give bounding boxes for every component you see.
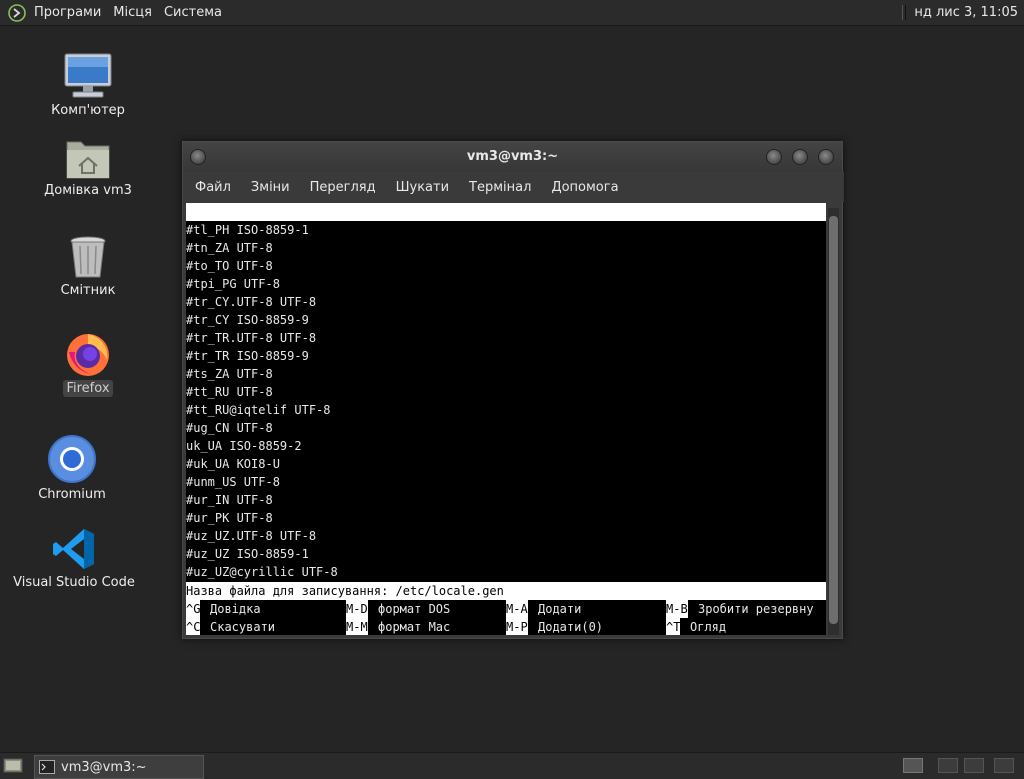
menu-view[interactable]: Перегляд (300, 180, 386, 195)
firefox-icon (60, 322, 116, 378)
shortcut-label: Додати (538, 602, 582, 616)
desktop-icon-label: Домівка vm3 (44, 183, 132, 198)
shortcut-label: формат DOS (378, 602, 451, 616)
taskbar-item-label: vm3@vm3:~ (61, 759, 147, 775)
menu-places[interactable]: Місця (107, 0, 158, 25)
workspace-4[interactable] (994, 758, 1014, 773)
menu-help[interactable]: Допомога (541, 180, 628, 195)
window-titlebar[interactable]: vm3@vm3:~ (183, 142, 842, 172)
buffer-line: #tn_ZA UTF-8 (186, 241, 273, 255)
shortcut-key: M-P (506, 618, 528, 635)
desktop-icon-label: Visual Studio Code (13, 575, 135, 590)
desktop-icon-home[interactable]: Домівка vm3 (23, 124, 153, 199)
workspace-3[interactable] (964, 758, 984, 773)
bottom-panel: vm3@vm3:~ (0, 752, 1024, 779)
shortcut-label: Зробити резервну (698, 602, 814, 616)
buffer-line: #uz_UZ.UTF-8 UTF-8 (186, 529, 317, 543)
terminal-window: vm3@vm3:~ Файл Зміни Перегляд Шукати Тер… (182, 141, 844, 639)
buffer-line: #uk_UA KOI8-U (186, 457, 280, 471)
buffer-line: #unm_US UTF-8 (186, 475, 280, 489)
menu-system[interactable]: Система (158, 0, 228, 25)
shortcut-label: Скасувати (210, 620, 276, 634)
terminal-menubar: Файл Зміни Перегляд Шукати Термінал Допо… (183, 172, 844, 202)
nano-filename: /etc/locale.gen (467, 241, 576, 255)
buffer-line: #tl_PH ISO-8859-1 (186, 223, 309, 237)
desktop-icon-label: Chromium (38, 487, 106, 502)
desktop-icon-label: Смітник (60, 283, 116, 298)
buffer-line: #tr_TR ISO-8859-9 (186, 349, 309, 363)
buffer-line: #ur_PK UTF-8 (186, 511, 273, 525)
shortcut-key: M-D (346, 600, 368, 618)
buffer-line: #tpi_PG UTF-8 (186, 277, 280, 291)
desktop-icon-label: Комп'ютер (51, 103, 125, 118)
shortcut-key: ^G (186, 600, 201, 618)
desktop-icon-trash[interactable]: Смітник (23, 224, 153, 299)
maximize-button[interactable] (792, 149, 808, 165)
nano-modified-status: Змінено (754, 259, 805, 273)
panel-separator (902, 5, 907, 20)
shortcut-key: M-B (666, 600, 688, 618)
buffer-line: #tt_RU UTF-8 (186, 385, 273, 399)
shortcut-label: Огляд (690, 620, 727, 634)
menu-file[interactable]: Файл (185, 180, 241, 195)
menu-search[interactable]: Шукати (386, 180, 459, 195)
terminal-scrollbar[interactable] (828, 208, 839, 635)
shortcut-label: формат Mac (378, 620, 451, 634)
buffer-line: #ts_ZA UTF-8 (186, 367, 273, 381)
buffer-line: #tr_CY.UTF-8 UTF-8 (186, 295, 317, 309)
buffer-line: #ug_CN UTF-8 (186, 421, 273, 435)
top-panel: Програми Місця Система нд лис 3, 11:05 (0, 0, 1024, 26)
close-button[interactable] (818, 149, 834, 165)
shortcut-label: Довідка (210, 602, 261, 616)
trash-icon (60, 224, 116, 280)
menu-edit[interactable]: Зміни (241, 180, 300, 195)
shortcut-label: Додати(0) (538, 620, 604, 634)
desktop-icon-chromium[interactable]: Chromium (7, 428, 137, 503)
buffer-line: uk_UA ISO-8859-2 (186, 439, 302, 453)
scrollbar-thumb[interactable] (829, 216, 838, 624)
terminal-icon (39, 760, 55, 774)
buffer-line: #uz_UZ@cyrillic UTF-8 (186, 565, 338, 579)
mate-logo-icon[interactable] (6, 2, 28, 24)
menu-applications[interactable]: Програми (28, 0, 107, 25)
clock[interactable]: нд лис 3, 11:05 (914, 5, 1024, 20)
desktop-icon-firefox[interactable]: Firefox (23, 322, 153, 397)
buffer-line: #uz_UZ ISO-8859-1 (186, 547, 309, 561)
buffer-line: #ur_IN UTF-8 (186, 493, 273, 507)
workspace-1[interactable] (903, 758, 923, 773)
buffer-line: #tr_CY ISO-8859-9 (186, 313, 309, 327)
workspace-2[interactable] (938, 758, 958, 773)
minimize-button[interactable] (766, 149, 782, 165)
shortcut-key: ^C (186, 618, 201, 635)
vscode-icon (46, 516, 102, 572)
show-desktop-icon[interactable] (3, 757, 23, 775)
buffer-line: #tr_TR.UTF-8 UTF-8 (186, 331, 317, 345)
desktop-icon-computer[interactable]: Комп'ютер (23, 44, 153, 119)
nano-help-row-1: ^G Довідка M-D формат DOS M-A Додати M-B… (186, 600, 826, 618)
shortcut-key: M-M (346, 618, 368, 635)
save-filename-prompt[interactable]: Назва файла для записування: /etc/locale… (186, 582, 826, 600)
nano-header: GNU nano 8.2 /etc/locale.gen Змінено (186, 203, 826, 273)
shortcut-key: ^T (666, 618, 681, 635)
home-folder-icon (60, 124, 116, 180)
chromium-icon (44, 428, 100, 484)
taskbar-item-terminal[interactable]: vm3@vm3:~ (34, 755, 204, 779)
window-title: vm3@vm3:~ (466, 149, 559, 164)
computer-icon (60, 44, 116, 100)
buffer-line: #to_TO UTF-8 (186, 259, 273, 273)
buffer-line: #tt_RU@iqtelif UTF-8 (186, 403, 331, 417)
nano-help-row-2: ^C Скасувати M-M формат Mac M-P Додати(0… (186, 618, 826, 635)
shortcut-key: M-A (506, 600, 528, 618)
terminal-area[interactable]: GNU nano 8.2 /etc/locale.gen Змінено #tl… (186, 203, 826, 635)
desktop-icon-vscode[interactable]: Visual Studio Code (9, 516, 139, 591)
desktop-icon-label: Firefox (63, 380, 113, 397)
menu-terminal[interactable]: Термінал (459, 180, 541, 195)
